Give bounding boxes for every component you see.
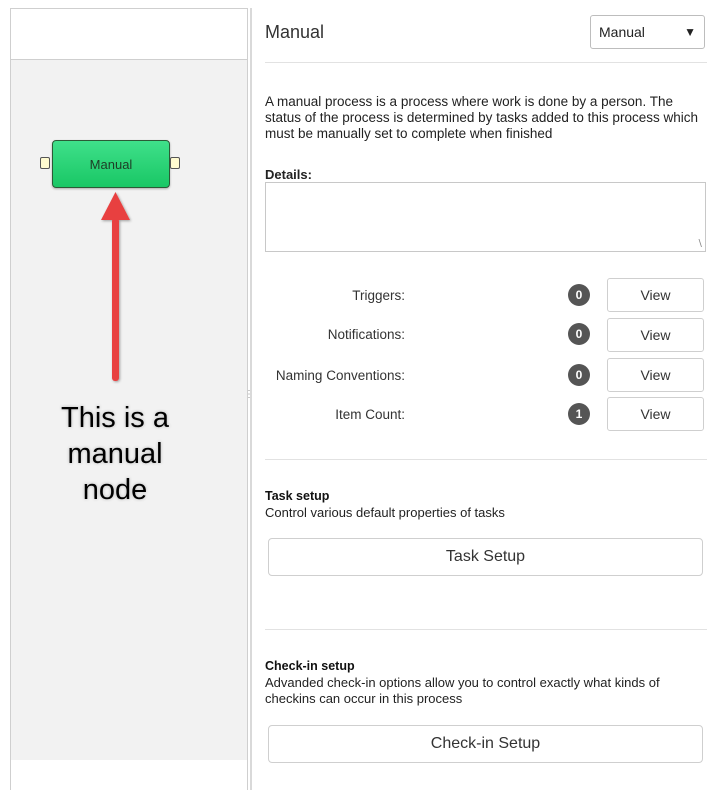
process-type-select[interactable]: Manual ▼: [590, 15, 705, 49]
splitter-grip-icon[interactable]: ⋮: [244, 390, 254, 400]
process-type-value: Manual: [599, 24, 645, 40]
details-textarea[interactable]: ∖: [265, 182, 706, 252]
checkin-setup-description: Advanded check-in options allow you to c…: [265, 675, 660, 706]
notifications-count-badge: 0: [568, 323, 590, 345]
chevron-down-icon: ▼: [684, 25, 696, 39]
item-count-view-button[interactable]: View: [607, 397, 704, 431]
input-port[interactable]: [40, 157, 50, 169]
annotation-line-2: manual: [67, 438, 163, 470]
resize-handle-icon[interactable]: ∖: [697, 239, 703, 250]
task-setup-button[interactable]: Task Setup: [268, 538, 703, 576]
divider: [265, 629, 707, 630]
node-label: Manual: [89, 156, 133, 172]
item-count-badge: 1: [568, 403, 590, 425]
naming-conventions-label: Naming Conventions:: [275, 368, 405, 383]
annotation-line-1: This is a: [61, 402, 169, 434]
triggers-count-badge: 0: [568, 284, 590, 306]
arrow-up-icon: [101, 192, 130, 381]
notifications-label: Notifications:: [327, 327, 405, 342]
naming-conventions-view-button[interactable]: View: [607, 358, 704, 392]
annotation-text: This is a manual node: [40, 400, 190, 508]
task-setup-description: Control various default properties of ta…: [265, 505, 505, 520]
checkin-setup-button[interactable]: Check-in Setup: [268, 725, 703, 763]
item-count-label: Item Count:: [335, 407, 405, 422]
annotation-line-3: node: [82, 474, 148, 506]
canvas-toolbar: [10, 8, 248, 61]
details-label: Details:: [265, 167, 312, 182]
triggers-label: Triggers:: [352, 288, 405, 303]
divider: [265, 459, 707, 460]
notifications-view-button[interactable]: View: [607, 318, 704, 352]
task-setup-heading: Task setup: [265, 489, 330, 503]
checkin-setup-heading: Check-in setup: [265, 659, 355, 673]
divider: [265, 62, 707, 63]
canvas-footer: [10, 760, 248, 790]
manual-node[interactable]: Manual: [52, 140, 170, 188]
triggers-view-button[interactable]: View: [607, 278, 704, 312]
naming-conventions-count-badge: 0: [568, 364, 590, 386]
output-port[interactable]: [170, 157, 180, 169]
panel-title: Manual: [265, 22, 325, 42]
process-description: A manual process is a process where work…: [265, 94, 698, 141]
